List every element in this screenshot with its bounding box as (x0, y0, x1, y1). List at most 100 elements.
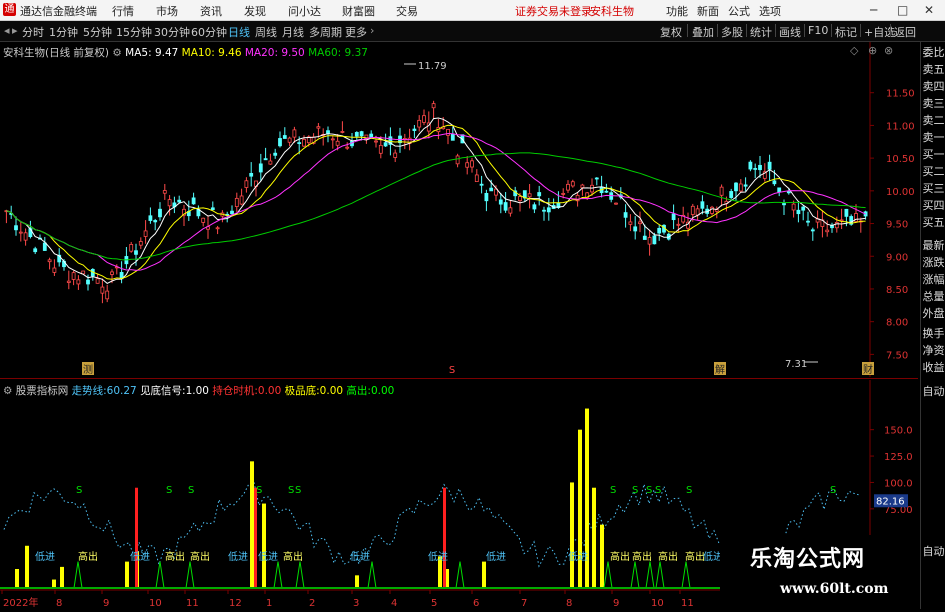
candle-body (810, 229, 815, 232)
x-tick-label: 5 (431, 598, 437, 609)
menu-wenxiaoda[interactable]: 问小达 (288, 3, 321, 19)
candle-body (498, 199, 503, 205)
candle-body (134, 250, 138, 255)
tab-5min[interactable]: 5分钟 (83, 24, 112, 40)
ma10-line (6, 124, 866, 280)
tab-multi-period[interactable]: 多周期 (309, 24, 342, 40)
tab-intraday[interactable]: 分时 (22, 24, 44, 40)
sidebar-item-auto-2[interactable]: 自动 (921, 545, 945, 558)
menu-trade[interactable]: 交易 (396, 3, 418, 19)
sidebar-item-buy2[interactable]: 买二 (921, 165, 945, 178)
right-arrow-icon[interactable]: ▸ (12, 24, 18, 37)
menu-options[interactable]: 选项 (759, 3, 781, 19)
sidebar-item-sell5[interactable]: 卖五 (921, 63, 945, 76)
high-out-label: 高出 (283, 550, 303, 563)
menu-formula[interactable]: 公式 (728, 3, 750, 19)
candle-body (479, 183, 484, 186)
sidebar-item-outer[interactable]: 外盘 (921, 307, 945, 320)
signal-bar (570, 482, 574, 588)
indicator-settings-icon[interactable]: ⚙ (3, 385, 12, 397)
candle-body (110, 271, 114, 275)
chart-close-icon[interactable]: ⊗ (884, 44, 893, 57)
back-button[interactable]: 返回 (894, 24, 916, 40)
overlay-button[interactable]: 叠加 (692, 24, 714, 40)
f10-button[interactable]: F10 (808, 24, 828, 37)
candle-body (772, 180, 777, 185)
candle-body (383, 142, 388, 147)
watermark: 乐淘公式网 www.60lt.com (720, 535, 920, 609)
main-legend: 安科生物(日线 前复权) ⚙ MA5: 9.47 MA10: 9.46 MA20… (3, 45, 368, 60)
signal-bar (60, 566, 64, 588)
sidebar-item-buy1[interactable]: 买一 (921, 148, 945, 161)
mark-button[interactable]: 标记 (835, 24, 857, 40)
price-tick-label: 7.50 (886, 350, 908, 361)
sidebar-item-change-pct[interactable]: 涨幅 (921, 273, 945, 286)
sidebar-item-buy4[interactable]: 买四 (921, 199, 945, 212)
indicator-legend: ⚙ 股票指标网 走势线:60.27 见底信号:1.00 持仓时机:0.00 极品… (3, 383, 394, 398)
draw-line-button[interactable]: 画线 (779, 24, 801, 40)
tab-1min[interactable]: 1分钟 (49, 24, 78, 40)
candle-body (777, 187, 782, 193)
sidebar-item-change[interactable]: 涨跌 (921, 256, 945, 269)
tab-more[interactable]: 更多 (345, 24, 367, 40)
login-notice[interactable]: 证券交易未登录 (515, 3, 592, 19)
candle-body (33, 248, 38, 253)
tab-60min[interactable]: 60分钟 (191, 24, 227, 40)
s-signal-label: S (295, 485, 301, 496)
more-arrow-icon[interactable]: › (370, 24, 374, 37)
settings-icon[interactable]: ⚙ (112, 47, 121, 59)
menu-function[interactable]: 功能 (666, 3, 688, 19)
candle-body (326, 130, 330, 134)
candle-body (359, 131, 364, 137)
menu-discover[interactable]: 发现 (244, 3, 266, 19)
sidebar-item-sell3[interactable]: 卖三 (921, 97, 945, 110)
candle-body (191, 197, 196, 205)
price-tick-label: 10.50 (886, 154, 915, 165)
candle-body (47, 259, 52, 263)
chart-option-icon[interactable]: ◇ (850, 44, 858, 57)
menu-market[interactable]: 市场 (156, 3, 178, 19)
menu-wealth[interactable]: 财富圈 (342, 3, 375, 19)
x-tick-label: 3 (353, 598, 359, 609)
sidebar-item-sell1[interactable]: 卖一 (921, 131, 945, 144)
sidebar-item-weibi[interactable]: 委比 (921, 46, 945, 59)
kline-svg: 11.50 11.00 10.50 10.00 9.50 9.00 8.50 8.00 7.50… (4, 42, 915, 377)
low-entry-label: 低进 (428, 550, 448, 563)
sidebar-item-latest[interactable]: 最新 (921, 239, 945, 252)
tab-daily[interactable]: 日线 (228, 24, 250, 40)
sidebar-item-auto[interactable]: 自动 (921, 385, 945, 398)
sidebar-item-eps[interactable]: 收益 (921, 361, 945, 374)
statistics-button[interactable]: 统计 (750, 24, 772, 40)
sidebar-item-volume[interactable]: 总量 (921, 290, 945, 303)
sidebar-item-buy5[interactable]: 买五 (921, 216, 945, 229)
tab-30min[interactable]: 30分钟 (154, 24, 190, 40)
multi-stock-button[interactable]: 多股 (721, 24, 743, 40)
tab-15min[interactable]: 15分钟 (116, 24, 152, 40)
adjust-button[interactable]: 复权 (660, 24, 682, 40)
trend-line-value: 60.27 (106, 385, 137, 397)
sidebar-item-sell2[interactable]: 卖二 (921, 114, 945, 127)
stock-name-link[interactable]: 安科生物 (590, 3, 634, 19)
candle-body (782, 203, 786, 206)
hold-timing-value: 0.00 (257, 385, 282, 397)
candle-body (825, 229, 830, 233)
menu-new-page[interactable]: 新面 (697, 3, 719, 19)
kline-chart[interactable]: 安科生物(日线 前复权) ⚙ MA5: 9.47 MA10: 9.46 MA20… (0, 42, 918, 377)
candle-body (14, 225, 18, 231)
sidebar-item-turnover[interactable]: 换手 (921, 327, 945, 340)
tab-monthly[interactable]: 月线 (282, 24, 304, 40)
left-arrow-icon[interactable]: ◂ (4, 24, 10, 37)
tab-weekly[interactable]: 周线 (255, 24, 277, 40)
sidebar-item-buy3[interactable]: 买三 (921, 182, 945, 195)
close-button[interactable]: ✕ (924, 3, 934, 17)
menu-quotes[interactable]: 行情 (112, 3, 134, 19)
sidebar-item-sell4[interactable]: 卖四 (921, 80, 945, 93)
sidebar-item-net-assets[interactable]: 净资 (921, 344, 945, 357)
maximize-button[interactable]: □ (897, 3, 908, 17)
minimize-button[interactable]: ─ (870, 3, 877, 17)
candle-body (282, 135, 287, 139)
high-out-label: 高出 (632, 550, 652, 563)
chart-zoom-icon[interactable]: ⊕ (868, 44, 877, 57)
menu-news[interactable]: 资讯 (200, 3, 222, 19)
toolbar-divider (746, 24, 747, 37)
